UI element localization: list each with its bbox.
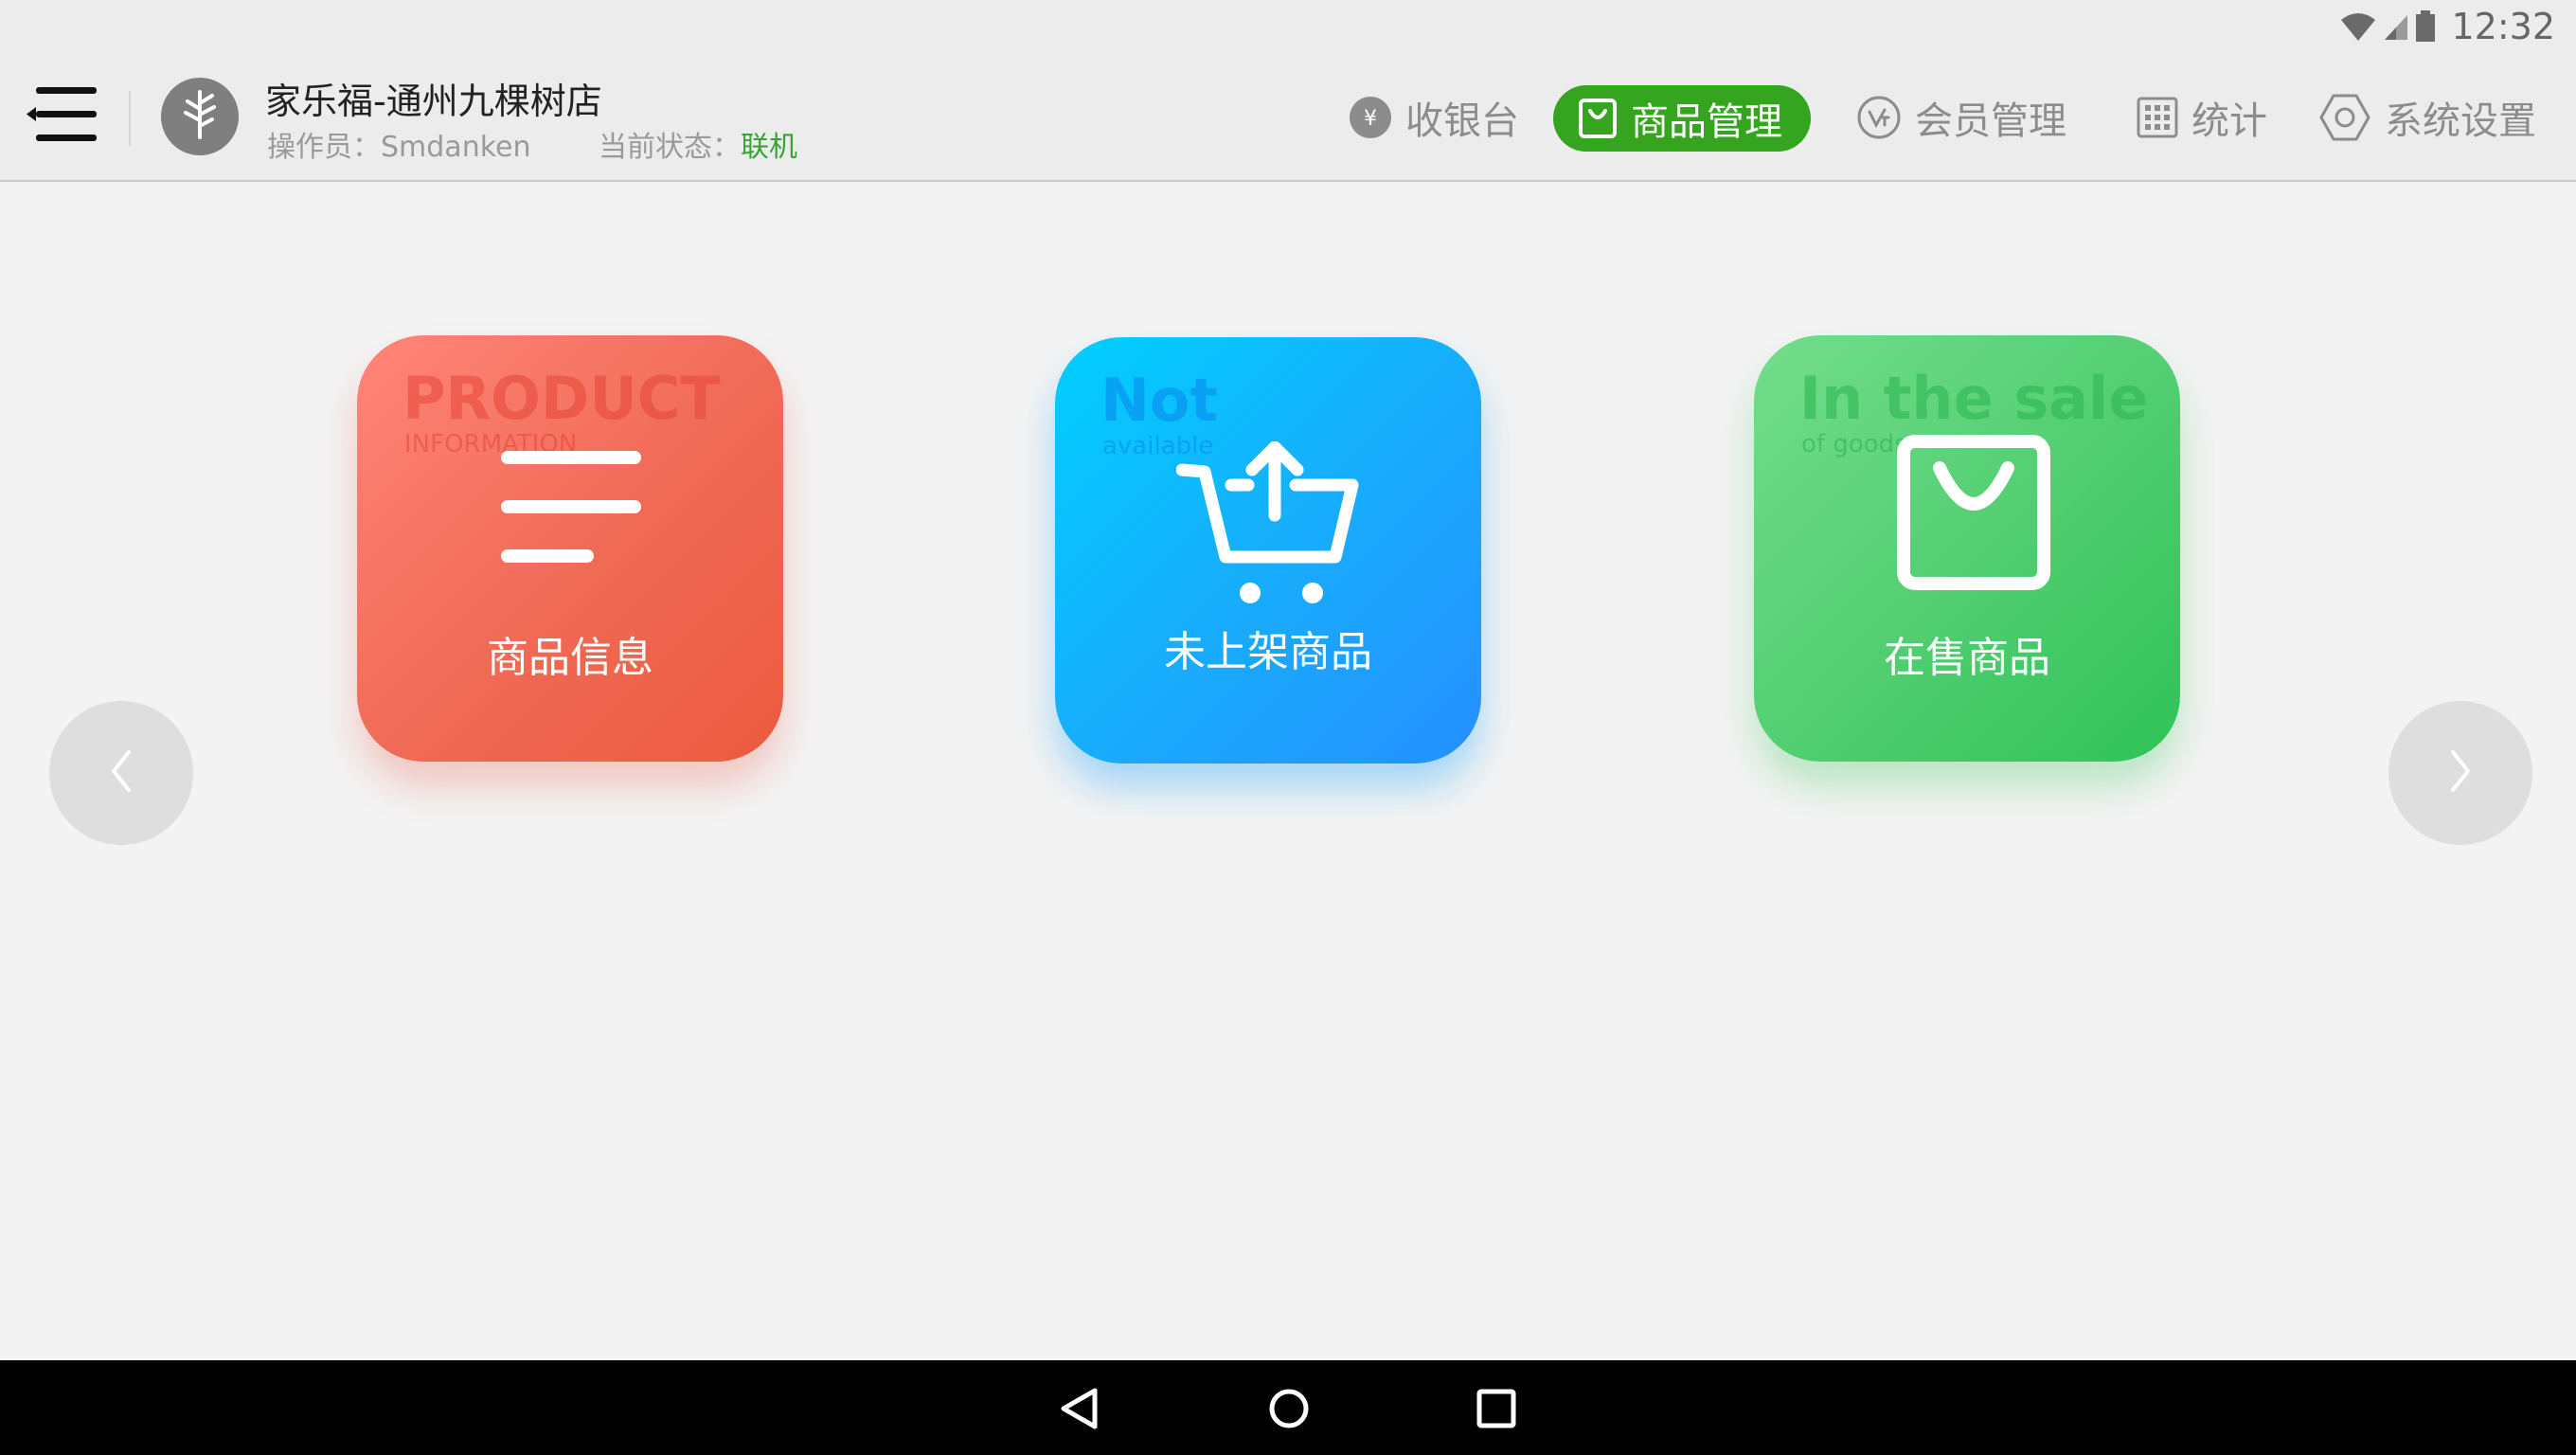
status-time: 12:32 xyxy=(2451,6,2555,47)
recents-icon[interactable] xyxy=(1476,1387,1517,1434)
svg-text:¥: ¥ xyxy=(1364,107,1377,131)
home-icon[interactable] xyxy=(1267,1387,1311,1434)
menu-icon xyxy=(27,87,102,152)
card-label: 在售商品 xyxy=(1884,634,2050,682)
vip-badge-icon xyxy=(1856,95,1902,140)
app-header: 家乐福-通州九棵树店 操作员：Smdanken 当前状态：联机 ¥ 收银台 商品… xyxy=(0,53,2576,182)
card-not-listed[interactable]: Not available 未上架商品 xyxy=(1055,337,1481,763)
operator-name: Smdanken xyxy=(381,131,531,164)
shopping-bag-icon xyxy=(1896,434,2051,595)
status-icons: 12:32 xyxy=(2339,4,2555,49)
operator-label: 操作员： xyxy=(267,131,381,164)
nav-item-cashier[interactable]: ¥ 收银台 xyxy=(1349,83,1519,152)
carousel-prev-button[interactable] xyxy=(49,701,193,845)
nav-item-label: 收银台 xyxy=(1405,99,1519,143)
card-watermark-sub: of goods xyxy=(1801,430,1907,458)
nav-item-statistics[interactable]: 统计 xyxy=(2137,83,2267,152)
nav-item-system-settings[interactable]: 系统设置 xyxy=(2318,83,2536,152)
status-bar: 12:32 xyxy=(0,0,2576,53)
nav-item-label: 商品管理 xyxy=(1631,100,1782,144)
header-divider xyxy=(129,91,131,146)
nav-item-label: 会员管理 xyxy=(1915,99,2066,143)
store-logo xyxy=(161,78,239,155)
operator-info: 操作员：Smdanken xyxy=(267,123,530,165)
chevron-right-icon xyxy=(2442,745,2479,801)
yen-coin-icon: ¥ xyxy=(1349,96,1392,139)
wifi-icon xyxy=(2339,10,2377,43)
card-watermark: Not xyxy=(1100,366,1219,435)
nav-item-label: 统计 xyxy=(2191,99,2267,143)
connection-status: 当前状态：联机 xyxy=(599,123,797,165)
nav-item-member-management[interactable]: 会员管理 xyxy=(1856,83,2066,152)
card-product-info[interactable]: PRODUCT INFORMATION 商品信息 xyxy=(357,335,783,762)
status-label: 当前状态： xyxy=(599,131,741,164)
store-title: 家乐福-通州九棵树店 xyxy=(265,81,602,122)
card-watermark: In the sale xyxy=(1799,364,2149,433)
shopping-bag-icon xyxy=(1578,98,1618,139)
card-label: 商品信息 xyxy=(487,634,653,682)
battery-icon xyxy=(2415,10,2436,43)
nav-item-product-management[interactable]: 商品管理 xyxy=(1553,85,1811,152)
chevron-left-icon xyxy=(102,745,140,801)
nav-item-label: 系统设置 xyxy=(2385,99,2536,143)
leaf-icon xyxy=(176,88,224,145)
gear-icon xyxy=(2318,93,2371,142)
card-on-sale[interactable]: In the sale of goods 在售商品 xyxy=(1754,335,2180,762)
status-value: 联机 xyxy=(741,131,797,164)
cart-upload-icon xyxy=(1175,440,1362,608)
cell-signal-icon xyxy=(2383,11,2409,42)
android-nav-bar xyxy=(0,1360,2576,1455)
card-label: 未上架商品 xyxy=(1164,628,1372,676)
back-icon[interactable] xyxy=(1059,1387,1099,1434)
card-watermark: PRODUCT xyxy=(402,364,721,433)
menu-button[interactable] xyxy=(27,81,110,153)
carousel-next-button[interactable] xyxy=(2388,701,2532,845)
list-icon xyxy=(499,447,643,574)
grid-icon xyxy=(2137,97,2178,138)
